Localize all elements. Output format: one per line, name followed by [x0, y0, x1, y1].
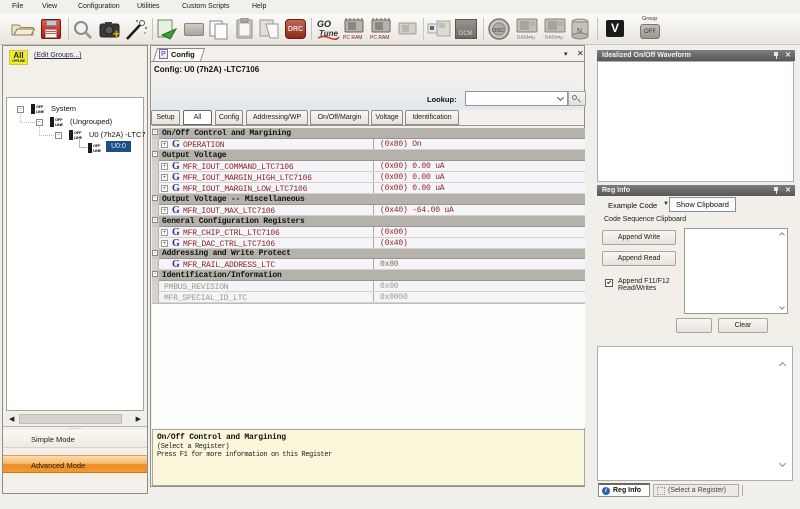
svg-text:N: N — [577, 28, 582, 35]
svg-text:RAM⇄μ: RAM⇄μ — [545, 35, 563, 40]
svg-text:GO: GO — [317, 19, 331, 29]
svg-text:PC RAM: PC RAM — [343, 35, 362, 40]
svg-text:OSC: OSC — [492, 28, 504, 34]
svg-text:+: + — [113, 27, 120, 39]
svg-text:PC RAM: PC RAM — [370, 35, 389, 40]
svg-text:RAM⇄μ: RAM⇄μ — [517, 35, 535, 40]
